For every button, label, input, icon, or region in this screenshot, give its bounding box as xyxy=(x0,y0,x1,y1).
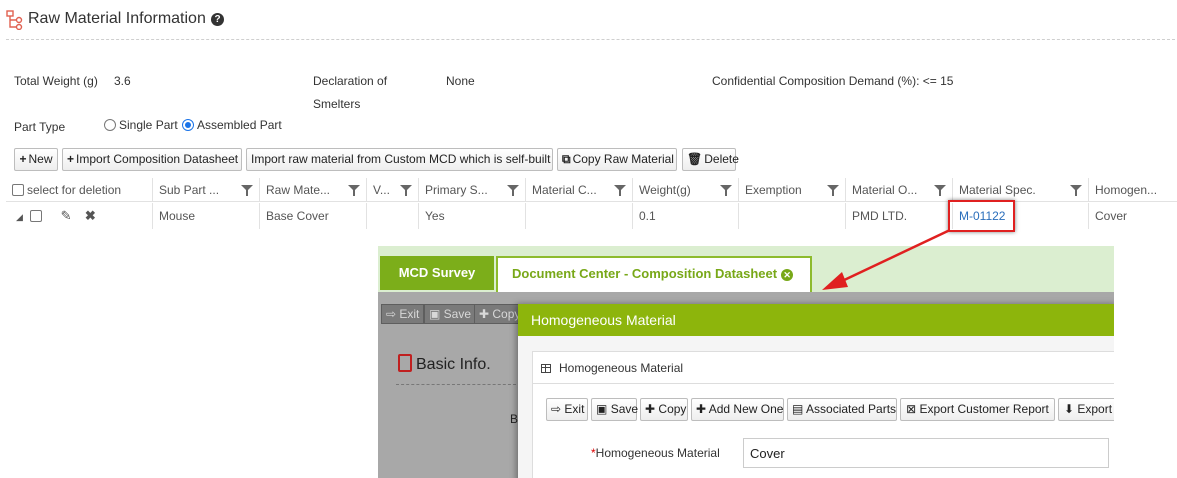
cell-material-c xyxy=(526,203,633,229)
modal-body: Homogeneous Material ⇨ Exit ▣ Save ✚ Cop… xyxy=(518,336,1114,478)
bg-exit-button: ⇨ Exit xyxy=(381,304,425,324)
expand-icon[interactable]: ◢ xyxy=(16,212,23,222)
plus-icon: + xyxy=(67,152,75,166)
panel-title: Homogeneous Material xyxy=(533,352,1114,384)
section-header: Raw Material Information ? xyxy=(6,8,1175,40)
radio-single-part-label: Single Part xyxy=(119,118,178,132)
col-exemption[interactable]: Exemption xyxy=(739,178,846,202)
select-all-column[interactable]: select for deletion xyxy=(6,178,153,202)
cell-weight: 0.1 xyxy=(633,203,739,229)
close-tab-icon[interactable]: ✕ xyxy=(781,269,794,281)
row-actions: ◢ ✎ ✖ xyxy=(6,203,153,229)
radio-checked-icon[interactable] xyxy=(182,119,194,131)
confidential-composition-label: Confidential Composition Demand (%): <= … xyxy=(712,74,954,88)
bg-basic-info-title: Basic Info. xyxy=(398,354,491,374)
document-icon xyxy=(398,354,412,372)
plus-icon: ✚ xyxy=(645,402,656,416)
inset-screenshot: MCD Survey Document Center - Composition… xyxy=(378,246,1114,478)
radio-icon[interactable] xyxy=(104,119,116,131)
smelters-label-line2: Smelters xyxy=(313,97,361,111)
copy-raw-material-button[interactable]: ⧉ Copy Raw Material xyxy=(557,148,677,171)
hierarchy-icon xyxy=(6,10,23,30)
filter-icon[interactable] xyxy=(348,185,360,196)
bg-truncated-label: B xyxy=(510,412,519,426)
col-material-spec[interactable]: Material Spec. xyxy=(953,178,1089,202)
add-new-one-button[interactable]: ✚ Add New One xyxy=(691,398,784,421)
cell-primary: Yes xyxy=(419,203,526,229)
col-raw-material[interactable]: Raw Mate... xyxy=(260,178,367,202)
filter-icon[interactable] xyxy=(614,185,626,196)
modal-title: Homogeneous Material xyxy=(518,304,1114,336)
filter-icon[interactable] xyxy=(400,185,412,196)
col-weight[interactable]: Weight(g) xyxy=(633,178,739,202)
plus-icon: + xyxy=(19,152,27,166)
document-icon: ▤ xyxy=(792,402,804,416)
divider xyxy=(396,384,516,385)
close-icon[interactable]: ✖ xyxy=(85,208,96,223)
filter-icon[interactable] xyxy=(1070,185,1082,196)
filter-icon[interactable] xyxy=(934,185,946,196)
table-icon xyxy=(541,364,551,373)
cell-exemption xyxy=(739,203,846,229)
filter-icon[interactable] xyxy=(827,185,839,196)
plus-icon: ✚ xyxy=(696,402,707,416)
help-icon[interactable]: ? xyxy=(211,13,224,26)
save-button[interactable]: ▣ Save xyxy=(591,398,638,421)
import-custom-mcd-button[interactable]: Import raw material from Custom MCD whic… xyxy=(246,148,553,171)
save-icon: ▣ xyxy=(596,402,608,416)
filter-icon[interactable] xyxy=(507,185,519,196)
copy-icon: ⧉ xyxy=(562,152,571,166)
cell-homogeneous: Cover xyxy=(1095,209,1128,223)
homogeneous-panel: Homogeneous Material ⇨ Exit ▣ Save ✚ Cop… xyxy=(532,351,1114,478)
export-button[interactable]: ⬇ Export xyxy=(1058,398,1114,421)
trash-icon: 🗑 xyxy=(687,152,703,166)
exit-button[interactable]: ⇨ Exit xyxy=(546,398,588,421)
download-icon: ⬇ xyxy=(1063,402,1075,416)
import-datasheet-button[interactable]: + Import Composition Datasheet xyxy=(62,148,242,171)
new-button[interactable]: + New xyxy=(14,148,58,171)
filter-icon[interactable] xyxy=(241,185,253,196)
tab-document-center[interactable]: Document Center - Composition Datasheet ✕ xyxy=(496,256,812,292)
select-all-checkbox[interactable] xyxy=(12,184,24,196)
exit-icon: ⇨ xyxy=(551,402,562,416)
part-type-label: Part Type xyxy=(14,120,66,134)
total-weight-label: Total Weight (g) xyxy=(14,74,98,88)
cell-v xyxy=(367,203,419,229)
delete-button[interactable]: 🗑 Delete xyxy=(682,148,739,171)
row-checkbox[interactable] xyxy=(30,210,43,222)
cell-raw-material: Base Cover xyxy=(260,203,367,229)
bg-save-button: ▣ Save xyxy=(424,304,477,324)
page-title: Raw Material Information xyxy=(28,10,206,27)
radio-assembled-part[interactable]: Assembled Part xyxy=(182,118,282,132)
col-homogeneous[interactable]: Homogen... xyxy=(1089,178,1177,202)
highlight-box xyxy=(948,200,1015,232)
col-material-o[interactable]: Material O... xyxy=(846,178,953,202)
col-material-c[interactable]: Material C... xyxy=(526,178,633,202)
homogeneous-material-input[interactable] xyxy=(743,438,1109,468)
cell-material-o: PMD LTD. xyxy=(846,203,953,229)
grid-header: select for deletion Sub Part ... Raw Mat… xyxy=(6,178,1177,202)
export-customer-report-button[interactable]: ⊠ Export Customer Report xyxy=(900,398,1055,421)
col-v[interactable]: V... xyxy=(367,178,419,202)
radio-single-part[interactable]: Single Part xyxy=(104,118,178,132)
homogeneous-material-label: *Homogeneous Material xyxy=(591,446,720,460)
filter-icon[interactable] xyxy=(720,185,732,196)
total-weight-value: 3.6 xyxy=(114,74,131,88)
tab-mcd-survey[interactable]: MCD Survey xyxy=(380,256,494,290)
copy-button[interactable]: ✚ Copy xyxy=(640,398,688,421)
excel-icon: ⊠ xyxy=(906,402,917,416)
cell-sub-part: Mouse xyxy=(153,203,260,229)
smelters-label-line1: Declaration of xyxy=(313,74,388,88)
edit-icon[interactable]: ✎ xyxy=(61,208,72,223)
associated-parts-button[interactable]: ▤ Associated Parts xyxy=(787,398,897,421)
radio-assembled-part-label: Assembled Part xyxy=(197,118,282,132)
homogeneous-material-modal: Homogeneous Material Homogeneous Materia… xyxy=(518,304,1114,478)
smelters-value: None xyxy=(446,74,475,88)
col-primary[interactable]: Primary S... xyxy=(419,178,526,202)
col-sub-part[interactable]: Sub Part ... xyxy=(153,178,260,202)
